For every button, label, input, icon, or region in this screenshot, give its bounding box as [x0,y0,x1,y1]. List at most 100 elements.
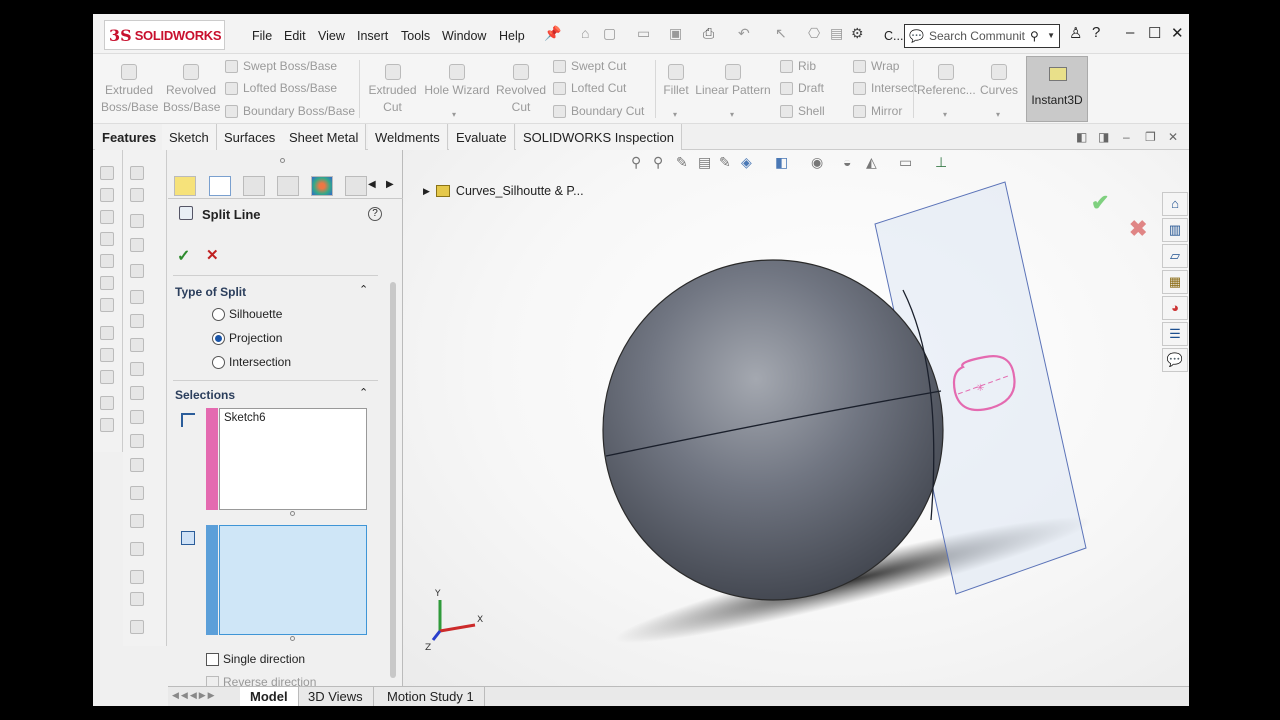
model-view[interactable]: ✳ Y X Z [403,150,1189,686]
toolbar-icon[interactable] [130,314,144,328]
toolbar-icon[interactable] [100,254,114,268]
help-icon[interactable]: ? [1092,24,1100,41]
toolbar-icon[interactable] [100,232,114,246]
toolbar-icon[interactable] [130,386,144,400]
sphere-body[interactable] [602,259,944,601]
menu-view[interactable]: View [318,29,345,43]
minimize-icon[interactable]: – [1126,24,1134,41]
tab-sketch[interactable]: Sketch [162,124,217,150]
intersect-button[interactable]: Intersect [853,81,917,95]
ok-button[interactable]: ✓ [177,246,190,266]
panel-resize-handle[interactable] [280,158,285,163]
undo-icon[interactable]: ↶ [738,25,750,42]
fillet-button[interactable]: Fillet [659,64,693,99]
solidworks-logo[interactable]: 3S SOLIDWORKS [104,20,225,50]
tab-scroll-left-icon[interactable]: ◀ [368,179,376,190]
rib-button[interactable]: Rib [780,59,816,73]
swept-boss-button[interactable]: Swept Boss/Base [225,59,337,73]
file-explorer-icon[interactable]: ▱ [1162,244,1188,268]
pin-icon[interactable]: 📌 [544,25,561,42]
tab-motion-study[interactable]: Motion Study 1 [377,687,485,706]
cancel-button[interactable]: ✕ [206,246,219,264]
view-palette-icon[interactable]: ▦ [1162,270,1188,294]
shell-button[interactable]: Shell [780,104,825,118]
graphics-area[interactable]: ⚲ ⚲ ✎ ▤ ✎ ◈ ◧ ◉ ◒ ◭ ▭ ⊥ ▶ Curves_Silhout… [403,150,1189,686]
confirmation-cancel-icon[interactable]: ✖ [1129,216,1147,242]
toolbar-icon[interactable] [130,188,144,202]
doc-restore-icon[interactable]: ❐ [1145,130,1156,144]
toolbar-icon[interactable] [130,434,144,448]
user-icon[interactable]: ♙ [1069,24,1082,42]
tab-nav-arrows-icon[interactable]: ◀◀◀▶▶ [172,690,217,701]
menu-insert[interactable]: Insert [357,29,388,43]
chevron-down-icon[interactable]: ▾ [943,110,947,119]
confirmation-ok-icon[interactable]: ✔ [1091,190,1109,216]
chevron-down-icon[interactable]: ▾ [996,110,1000,119]
toolbar-icon[interactable] [100,210,114,224]
toolbar-icon[interactable] [100,298,114,312]
file-properties-icon[interactable]: ▤ [830,25,843,42]
tab-model[interactable]: Model [240,687,299,706]
selected-sketch-item[interactable]: Sketch6 [224,412,266,424]
extruded-cut-button[interactable]: Extruded Cut [365,64,420,116]
swept-cut-button[interactable]: Swept Cut [553,59,626,73]
chevron-down-icon[interactable]: ▾ [452,110,456,119]
configuration-manager-tab-icon[interactable] [243,176,265,196]
extruded-boss-button[interactable]: Extruded Boss/Base [101,64,158,116]
draft-button[interactable]: Draft [780,81,824,95]
tab-evaluate[interactable]: Evaluate [449,124,515,150]
toolbar-icon[interactable] [130,592,144,606]
search-icon[interactable]: ⚲ [1030,29,1039,43]
curves-button[interactable]: Curves [977,64,1021,99]
instant3d-button[interactable]: Instant3D [1026,56,1088,122]
toolbar-icon[interactable] [100,348,114,362]
search-community-input[interactable]: 💬 Search Communit ⚲ ▼ [904,24,1060,48]
doc-close-icon[interactable]: ✕ [1168,130,1178,144]
tile-left-icon[interactable]: ◧ [1076,130,1087,144]
mirror-button[interactable]: Mirror [853,104,902,118]
toolbar-icon[interactable] [100,396,114,410]
reference-geometry-button[interactable]: Referenc... [917,64,976,99]
boundary-boss-button[interactable]: Boundary Boss/Base [225,104,355,118]
menu-file[interactable]: File [252,29,272,43]
tab-sheet-metal[interactable]: Sheet Metal [282,124,367,150]
tab-3d-views[interactable]: 3D Views [298,687,374,706]
selections-header[interactable]: Selections [175,388,235,402]
tab-solidworks-inspection[interactable]: SOLIDWORKS Inspection [516,124,682,150]
tab-surfaces[interactable]: Surfaces [217,124,284,150]
list-resize-handle[interactable] [290,636,295,641]
forum-icon[interactable]: 💬 [1162,348,1188,372]
chevron-down-icon[interactable]: ▾ [730,110,734,119]
property-manager-tab-icon[interactable] [209,176,231,196]
boundary-cut-button[interactable]: Boundary Cut [553,104,644,118]
faces-selection-box[interactable] [219,525,367,635]
rebuild-icon[interactable]: ⎔ [808,25,820,42]
silhouette-radio[interactable]: Silhouette [212,307,282,321]
feature-manager-tab-icon[interactable] [174,176,196,196]
single-direction-checkbox[interactable]: Single direction [206,652,305,666]
toolbar-icon[interactable] [130,362,144,376]
lofted-boss-button[interactable]: Lofted Boss/Base [225,81,337,95]
open-icon[interactable]: ▭ [637,25,650,42]
revolved-cut-button[interactable]: Revolved Cut [495,64,547,116]
dimxpert-tab-icon[interactable] [277,176,299,196]
close-icon[interactable]: ✕ [1171,24,1184,42]
select-icon[interactable]: ↖ [775,25,787,42]
toolbar-icon[interactable] [130,570,144,584]
toolbar-icon[interactable] [130,214,144,228]
menu-edit[interactable]: Edit [284,29,306,43]
collapse-chevron-icon[interactable]: ⌃ [359,283,368,296]
wrap-button[interactable]: Wrap [853,59,899,73]
projection-radio[interactable]: Projection [212,331,282,345]
toolbar-icon[interactable] [130,458,144,472]
type-of-split-header[interactable]: Type of Split [175,285,246,299]
list-resize-handle[interactable] [290,511,295,516]
linear-pattern-button[interactable]: Linear Pattern [695,64,771,99]
tab-features[interactable]: Features [95,124,165,150]
sketch-selection-box[interactable]: Sketch6 [219,408,367,510]
appearances-icon[interactable]: ◕ [1162,296,1188,320]
cam-tab-icon[interactable] [345,176,367,196]
options-gear-icon[interactable]: ⚙ [851,25,864,42]
collapse-chevron-icon[interactable]: ⌃ [359,386,368,399]
intersection-radio[interactable]: Intersection [212,355,291,369]
